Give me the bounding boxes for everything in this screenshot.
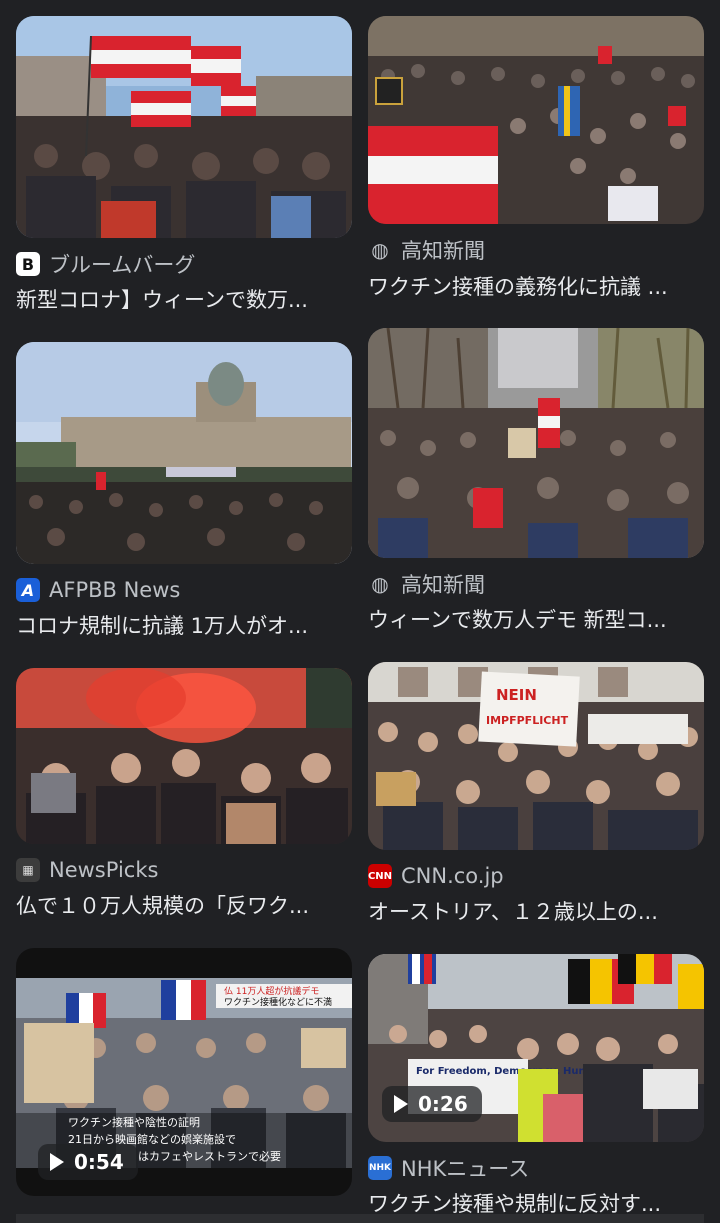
video-duration: 0:26 xyxy=(418,1092,468,1116)
bloomberg-icon: B xyxy=(16,252,40,276)
result-card[interactable]: ▦ NewsPicks 仏で１０万人規模の「反ワク... xyxy=(16,668,352,928)
result-source-label: 高知新聞 xyxy=(401,573,485,597)
result-card[interactable]: A AFPBB News コロナ規制に抗議 1万人がオ... xyxy=(16,342,352,642)
sign-nein-text: NEIN xyxy=(496,686,537,704)
result-thumbnail[interactable]: NEIN IMPFPFLICHT xyxy=(368,662,704,850)
result-card[interactable]: NEIN IMPFPFLICHT CNN CNN.co.jp オーストリア、１２… xyxy=(368,662,704,928)
result-source: ◍ 高知新聞 xyxy=(368,570,485,598)
globe-icon: ◍ xyxy=(371,572,389,596)
video-duration-badge[interactable]: 0:26 xyxy=(382,1086,482,1122)
video-duration: 0:54 xyxy=(74,1150,124,1174)
sign-impf-text: IMPFPFLICHT xyxy=(486,714,569,727)
result-title[interactable]: 新型コロナ】ウィーンで数万... xyxy=(16,284,352,314)
nhk-icon: NHK xyxy=(368,1156,392,1180)
result-source: ▦ NewsPicks xyxy=(16,856,158,884)
video-duration-badge[interactable]: 0:54 xyxy=(38,1144,138,1180)
result-card[interactable]: ◍ 高知新聞 ウィーンで数万人デモ 新型コ... xyxy=(368,328,704,632)
result-source-label: CNN.co.jp xyxy=(401,864,504,888)
result-source: A AFPBB News xyxy=(16,576,180,604)
result-source-label: NewsPicks xyxy=(49,858,159,882)
result-card[interactable]: For Freedom, Democracy, Human rights 0:2… xyxy=(368,954,704,1216)
result-thumbnail[interactable] xyxy=(368,328,704,558)
result-title[interactable]: オーストリア、１２歳以上の... xyxy=(368,896,704,926)
afpbb-icon: A xyxy=(16,578,40,602)
caption-top-text: 仏 11万人超が抗議デモ xyxy=(224,985,319,997)
play-icon xyxy=(394,1095,408,1113)
result-source-label: 高知新聞 xyxy=(401,239,485,263)
result-source-label: AFPBB News xyxy=(49,578,181,602)
caption-top2-text: ワクチン接種化などに不満 xyxy=(224,996,332,1008)
result-card[interactable]: B ブルームバーグ 新型コロナ】ウィーンで数万... xyxy=(16,16,352,316)
result-source-label: NHKニュース xyxy=(401,1157,530,1181)
caption-vax-text: ワクチン接種や陰性の証明 xyxy=(68,1115,200,1129)
cnn-icon: CNN xyxy=(368,864,392,888)
result-card[interactable]: ◍ 高知新聞 ワクチン接種の義務化に抗議 ... xyxy=(368,16,704,316)
caption-vax3-text: はカフェやレストランで必要 xyxy=(138,1150,281,1163)
result-thumbnail[interactable] xyxy=(16,16,352,238)
newspicks-icon: ▦ xyxy=(16,858,40,882)
result-source: ◍ 高知新聞 xyxy=(368,236,485,264)
result-title[interactable]: コロナ規制に抗議 1万人がオ... xyxy=(16,610,352,640)
result-title[interactable]: ワクチン接種の義務化に抗議 ... xyxy=(368,271,704,301)
result-source: NHK NHKニュース xyxy=(368,1154,529,1182)
result-source-label: ブルームバーグ xyxy=(49,253,196,277)
result-thumbnail[interactable] xyxy=(368,16,704,224)
result-thumbnail[interactable] xyxy=(16,342,352,564)
result-source: CNN CNN.co.jp xyxy=(368,862,504,890)
bottom-divider xyxy=(16,1214,704,1223)
result-title[interactable]: 仏で１０万人規模の「反ワク... xyxy=(16,890,352,920)
result-source: B ブルームバーグ xyxy=(16,250,195,278)
result-title[interactable]: ウィーンで数万人デモ 新型コ... xyxy=(368,604,704,634)
result-card[interactable]: 仏 11万人超が抗議デモ ワクチン接種化などに不満 ワクチン接種や陰性の証明 2… xyxy=(16,948,352,1200)
play-icon xyxy=(50,1153,64,1171)
globe-icon: ◍ xyxy=(371,238,389,262)
result-thumbnail[interactable] xyxy=(16,668,352,844)
